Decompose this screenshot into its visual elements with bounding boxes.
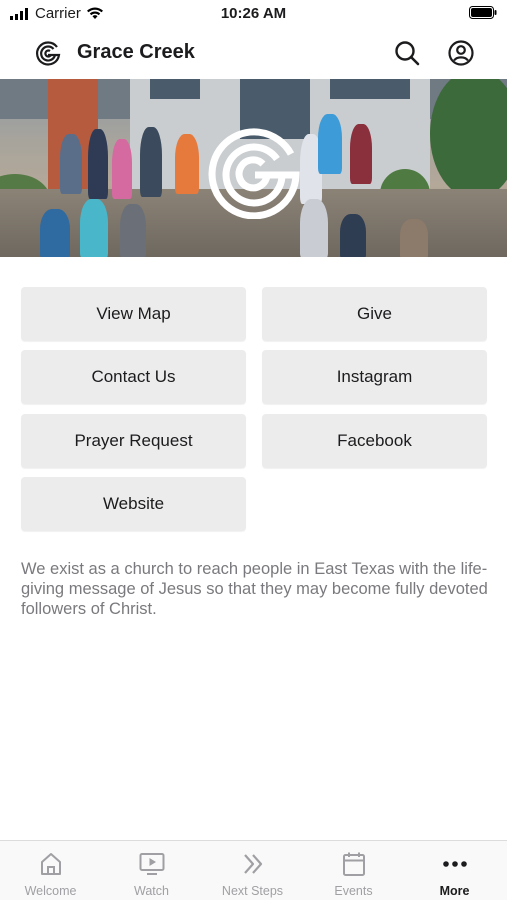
- grace-creek-logo-icon: [36, 41, 61, 66]
- tab-label: More: [439, 884, 470, 898]
- give-button[interactable]: Give: [262, 287, 487, 341]
- status-bar: Carrier 10:26 AM: [0, 0, 507, 28]
- facebook-button[interactable]: Facebook: [262, 414, 487, 468]
- tab-events[interactable]: Events: [303, 841, 404, 900]
- status-time: 10:26 AM: [220, 5, 287, 22]
- website-button[interactable]: Website: [21, 477, 246, 531]
- double-chevron-icon: [244, 854, 263, 874]
- view-map-button[interactable]: View Map: [21, 287, 246, 341]
- instagram-button[interactable]: Instagram: [262, 350, 487, 404]
- home-icon: [41, 853, 61, 875]
- tab-more[interactable]: More: [404, 841, 505, 900]
- search-icon[interactable]: [392, 38, 422, 68]
- contact-us-button[interactable]: Contact Us: [21, 350, 246, 404]
- tab-label: Welcome: [24, 884, 77, 898]
- tab-welcome[interactable]: Welcome: [0, 841, 101, 900]
- battery-icon: [469, 6, 497, 24]
- play-icon: [139, 853, 165, 875]
- grace-creek-logo: [208, 128, 300, 219]
- tab-watch[interactable]: Watch: [101, 841, 202, 900]
- tab-label: Events: [334, 884, 373, 898]
- tab-bar: Welcome Watch Next Steps Events More: [0, 840, 507, 900]
- app-header: Grace Creek: [0, 28, 507, 78]
- more-dots-icon: [443, 861, 467, 867]
- mission-statement: We exist as a church to reach people in …: [21, 560, 488, 618]
- tab-label: Watch: [134, 884, 169, 898]
- hero-image: [0, 79, 507, 257]
- calendar-icon: [343, 852, 365, 876]
- tab-label: Next Steps: [221, 884, 284, 898]
- account-icon[interactable]: [446, 38, 476, 68]
- tab-next-steps[interactable]: Next Steps: [202, 841, 303, 900]
- prayer-request-button[interactable]: Prayer Request: [21, 414, 246, 468]
- app-title: Grace Creek: [77, 41, 195, 63]
